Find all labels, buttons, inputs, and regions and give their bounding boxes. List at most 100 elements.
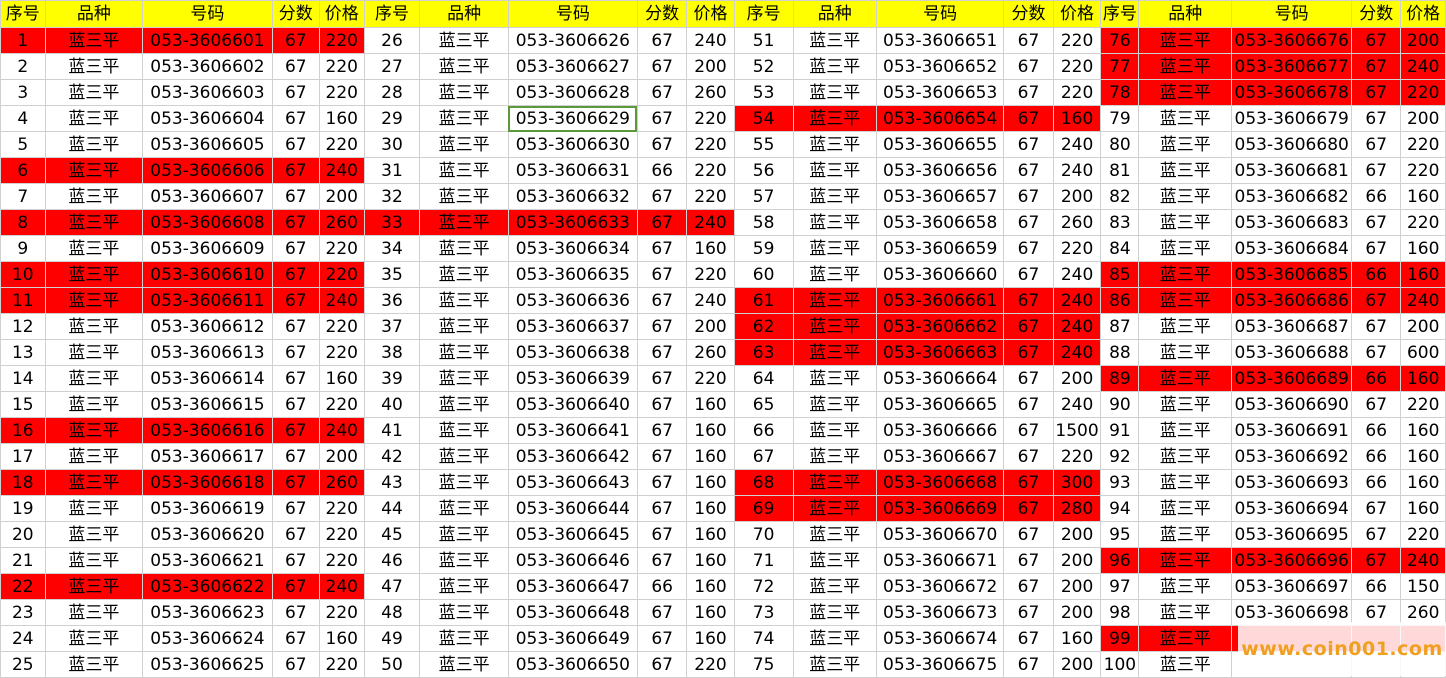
price-cell[interactable]: 200	[1052, 651, 1102, 678]
variety-cell[interactable]: 蓝三平	[792, 235, 877, 262]
score-cell[interactable]: 67	[1003, 495, 1054, 522]
seq-cell[interactable]: 24	[0, 625, 46, 652]
number-cell[interactable]: 053-3606694	[1231, 495, 1353, 522]
score-cell[interactable]: 67	[1351, 157, 1402, 184]
seq-cell[interactable]: 71	[733, 547, 794, 574]
price-cell[interactable]: 200	[686, 313, 735, 340]
price-cell[interactable]: 160	[1400, 443, 1446, 470]
number-cell[interactable]: 053-3606696	[1231, 547, 1353, 574]
score-cell[interactable]: 67	[1003, 547, 1054, 574]
number-cell[interactable]: 053-3606622	[142, 573, 273, 600]
seq-cell[interactable]: 27	[363, 53, 421, 80]
variety-cell[interactable]: 蓝三平	[419, 313, 509, 340]
number-cell[interactable]: 053-3606641	[507, 417, 638, 444]
number-cell[interactable]: 053-3606671	[875, 547, 1005, 574]
variety-cell[interactable]: 蓝三平	[419, 209, 509, 236]
header-price[interactable]: 价格	[318, 0, 365, 28]
price-cell[interactable]: 220	[1400, 521, 1446, 548]
price-cell[interactable]: 220	[1052, 235, 1102, 262]
number-cell[interactable]: 053-3606655	[875, 131, 1005, 158]
seq-cell[interactable]: 13	[0, 339, 46, 366]
price-cell[interactable]: 160	[686, 599, 735, 626]
price-cell[interactable]: 220	[686, 183, 735, 210]
variety-cell[interactable]: 蓝三平	[792, 443, 877, 470]
variety-cell[interactable]: 蓝三平	[1138, 573, 1233, 600]
seq-cell[interactable]: 6	[0, 157, 46, 184]
seq-cell[interactable]: 69	[733, 495, 794, 522]
seq-cell[interactable]: 15	[0, 391, 46, 418]
price-cell[interactable]: 240	[1400, 287, 1446, 314]
seq-cell[interactable]: 38	[363, 339, 421, 366]
score-cell[interactable]: 67	[1003, 365, 1054, 392]
seq-cell[interactable]: 1	[0, 27, 46, 54]
score-cell[interactable]: 67	[636, 183, 688, 210]
price-cell[interactable]: 160	[1400, 183, 1446, 210]
price-cell[interactable]: 160	[318, 105, 365, 132]
score-cell[interactable]: 66	[1351, 365, 1402, 392]
price-cell[interactable]: 1500	[1052, 417, 1102, 444]
variety-cell[interactable]: 蓝三平	[792, 183, 877, 210]
variety-cell[interactable]: 蓝三平	[44, 625, 144, 652]
number-cell[interactable]: 053-3606678	[1231, 79, 1353, 106]
seq-cell[interactable]: 59	[733, 235, 794, 262]
score-cell[interactable]: 67	[1003, 157, 1054, 184]
variety-cell[interactable]: 蓝三平	[419, 443, 509, 470]
seq-cell[interactable]: 100	[1100, 651, 1140, 678]
variety-cell[interactable]: 蓝三平	[419, 391, 509, 418]
score-cell[interactable]: 67	[636, 651, 688, 678]
number-cell[interactable]: 053-3606676	[1231, 27, 1353, 54]
number-cell[interactable]: 053-3606691	[1231, 417, 1353, 444]
score-cell[interactable]: 67	[1351, 547, 1402, 574]
variety-cell[interactable]: 蓝三平	[419, 27, 509, 54]
score-cell[interactable]: 67	[1003, 105, 1054, 132]
variety-cell[interactable]: 蓝三平	[44, 287, 144, 314]
variety-cell[interactable]: 蓝三平	[1138, 27, 1233, 54]
seq-cell[interactable]: 92	[1100, 443, 1140, 470]
number-cell[interactable]: 053-3606623	[142, 599, 273, 626]
variety-cell[interactable]: 蓝三平	[419, 469, 509, 496]
variety-cell[interactable]: 蓝三平	[44, 443, 144, 470]
variety-cell[interactable]: 蓝三平	[1138, 391, 1233, 418]
variety-cell[interactable]: 蓝三平	[1138, 183, 1233, 210]
score-cell[interactable]: 67	[271, 625, 320, 652]
variety-cell[interactable]: 蓝三平	[44, 365, 144, 392]
score-cell[interactable]: 67	[1351, 209, 1402, 236]
score-cell[interactable]: 67	[1351, 313, 1402, 340]
number-cell[interactable]: 053-3606627	[507, 53, 638, 80]
price-cell[interactable]: 260	[318, 209, 365, 236]
number-cell[interactable]: 053-3606619	[142, 495, 273, 522]
seq-cell[interactable]: 52	[733, 53, 794, 80]
score-cell[interactable]: 67	[1351, 391, 1402, 418]
price-cell[interactable]: 220	[1400, 157, 1446, 184]
seq-cell[interactable]: 87	[1100, 313, 1140, 340]
number-cell[interactable]: 053-3606654	[875, 105, 1005, 132]
number-cell[interactable]: 053-3606614	[142, 365, 273, 392]
number-cell[interactable]: 053-3606636	[507, 287, 638, 314]
variety-cell[interactable]: 蓝三平	[44, 235, 144, 262]
score-cell[interactable]: 67	[636, 521, 688, 548]
score-cell[interactable]: 67	[1351, 235, 1402, 262]
seq-cell[interactable]: 91	[1100, 417, 1140, 444]
seq-cell[interactable]: 16	[0, 417, 46, 444]
number-cell[interactable]: 053-3606606	[142, 157, 273, 184]
seq-cell[interactable]: 53	[733, 79, 794, 106]
variety-cell[interactable]: 蓝三平	[419, 547, 509, 574]
score-cell[interactable]: 67	[1003, 339, 1054, 366]
price-cell[interactable]: 260	[686, 79, 735, 106]
variety-cell[interactable]: 蓝三平	[419, 417, 509, 444]
price-cell[interactable]: 200	[1052, 573, 1102, 600]
seq-cell[interactable]: 37	[363, 313, 421, 340]
price-cell[interactable]: 220	[686, 105, 735, 132]
number-cell[interactable]: 053-3606657	[875, 183, 1005, 210]
score-cell[interactable]: 67	[636, 391, 688, 418]
seq-cell[interactable]: 93	[1100, 469, 1140, 496]
number-cell[interactable]: 053-3606687	[1231, 313, 1353, 340]
number-cell[interactable]: 053-3606630	[507, 131, 638, 158]
price-cell[interactable]: 260	[318, 469, 365, 496]
price-cell[interactable]: 160	[686, 417, 735, 444]
price-cell[interactable]: 220	[318, 27, 365, 54]
price-cell[interactable]: 160	[686, 235, 735, 262]
seq-cell[interactable]: 79	[1100, 105, 1140, 132]
price-cell[interactable]: 240	[686, 287, 735, 314]
price-cell[interactable]: 160	[1400, 365, 1446, 392]
